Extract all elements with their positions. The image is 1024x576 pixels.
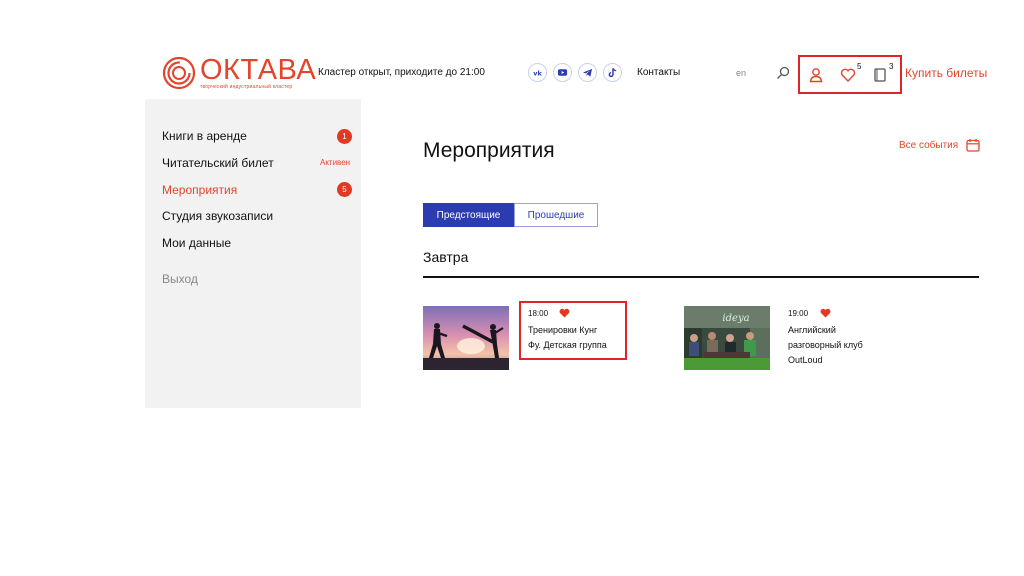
heart-icon[interactable] xyxy=(840,67,856,83)
sidebar-item-reader-card[interactable]: Читательский билет xyxy=(162,156,274,170)
page-title: Мероприятия xyxy=(423,139,555,162)
books-badge: 1 xyxy=(337,129,352,144)
logo-name: ОКТАВА xyxy=(200,53,317,86)
search-icon[interactable] xyxy=(776,66,790,80)
svg-text:vk: vk xyxy=(533,69,542,77)
logo[interactable]: ОКТАВА творческий индустриальный кластер xyxy=(162,53,317,90)
event-title-english-club[interactable]: Английский разговорный клуб OutLoud xyxy=(788,323,863,368)
all-events-label: Все события xyxy=(899,139,959,151)
event-title-line: Английский xyxy=(788,325,836,335)
sidebar-item-studio[interactable]: Студия звукозаписи xyxy=(162,209,273,223)
event-title-kungfu[interactable]: Тренировки Кунг Фу. Детская группа xyxy=(528,323,607,353)
favorites-count: 5 xyxy=(857,62,862,71)
event-title-line: Фу. Детская группа xyxy=(528,340,607,350)
calendar-icon xyxy=(966,139,980,152)
social-links: vk xyxy=(528,63,622,82)
youtube-icon[interactable] xyxy=(553,63,572,82)
sidebar-item-books[interactable]: Книги в аренде xyxy=(162,129,247,143)
event-image-kungfu[interactable] xyxy=(423,306,509,370)
tiktok-icon[interactable] xyxy=(603,63,622,82)
sidebar-item-events[interactable]: Мероприятия xyxy=(162,183,237,197)
tab-upcoming[interactable]: Предстоящие xyxy=(423,203,514,227)
section-title: Завтра xyxy=(423,249,469,265)
heart-filled-icon[interactable] xyxy=(820,308,831,318)
heart-filled-icon[interactable] xyxy=(559,308,570,318)
language-switch[interactable]: en xyxy=(736,68,746,78)
logo-subtitle: творческий индустриальный кластер xyxy=(200,83,293,90)
telegram-icon[interactable] xyxy=(578,63,597,82)
event-tabs: Предстоящие Прошедшие xyxy=(423,203,598,227)
event-title-line: Тренировки Кунг xyxy=(528,325,598,335)
tab-past[interactable]: Прошедшие xyxy=(514,203,598,227)
reader-card-status: Активен xyxy=(320,158,351,167)
user-icon[interactable] xyxy=(808,67,824,83)
events-badge: 5 xyxy=(337,182,352,197)
sidebar-item-my-data[interactable]: Мои данные xyxy=(162,236,231,250)
event-title-line: OutLoud xyxy=(788,355,823,365)
user-icons-highlight: 5 3 xyxy=(798,55,902,94)
contacts-link[interactable]: Контакты xyxy=(637,67,680,78)
sidebar: Книги в аренде 1 Читательский билет Акти… xyxy=(145,99,361,408)
all-events-link[interactable]: Все события xyxy=(899,138,980,152)
logo-mark-icon xyxy=(162,56,196,90)
event-image-english-club[interactable]: ideya xyxy=(684,306,770,370)
section-divider xyxy=(423,276,979,278)
book-icon[interactable] xyxy=(872,67,888,83)
logout-link[interactable]: Выход xyxy=(162,272,198,286)
event-time: 18:00 xyxy=(528,309,549,318)
cluster-status: Кластер открыт, приходите до 21:00 xyxy=(318,67,485,78)
event-title-line: разговорный клуб xyxy=(788,340,863,350)
books-count: 3 xyxy=(889,62,894,71)
event-time: 19:00 xyxy=(788,309,809,318)
vk-icon[interactable]: vk xyxy=(528,63,547,82)
svg-text:ideya: ideya xyxy=(722,313,749,324)
buy-tickets-link[interactable]: Купить билеты xyxy=(905,66,987,80)
